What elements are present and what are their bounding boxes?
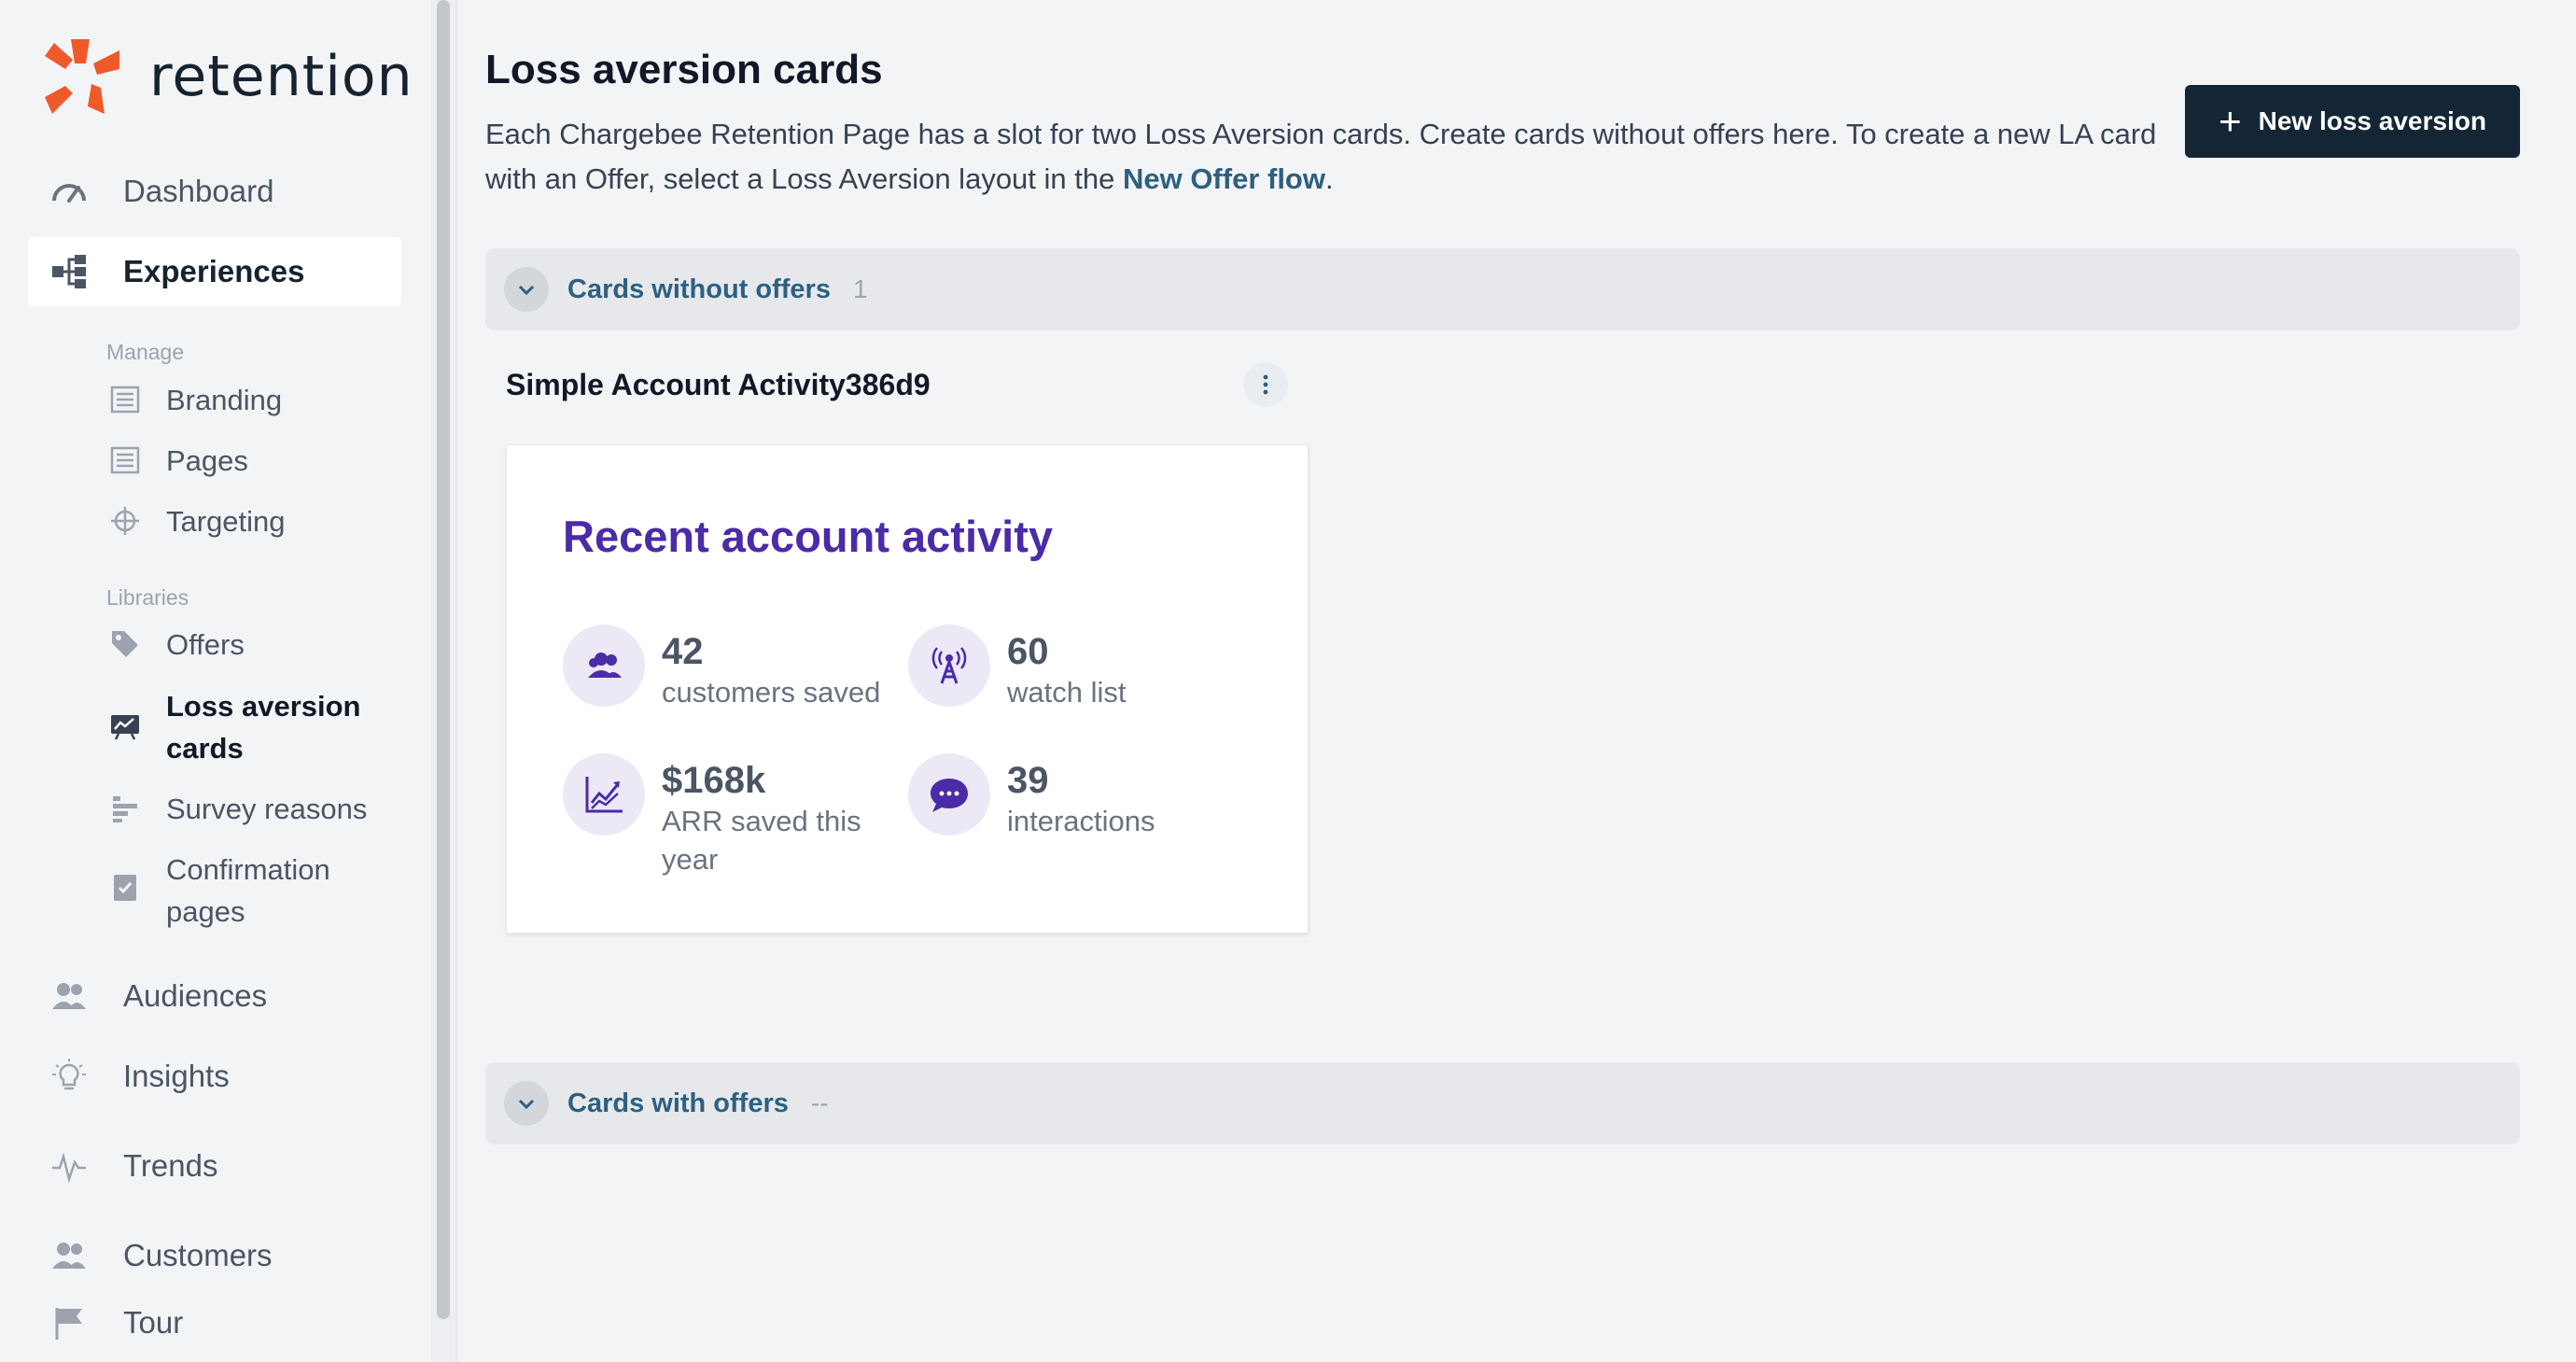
sidebar-item-label: Confirmation pages bbox=[166, 853, 330, 928]
sidebar: retention Dashboard Experiences Manage B… bbox=[0, 0, 431, 1362]
users-icon bbox=[49, 976, 90, 1017]
card-menu-button[interactable] bbox=[1243, 362, 1288, 407]
sidebar-item-experiences[interactable]: Experiences bbox=[28, 237, 401, 306]
lightbulb-icon bbox=[49, 1056, 90, 1097]
sidebar-item-pages[interactable]: Pages bbox=[106, 440, 405, 482]
sidebar-item-branding[interactable]: Branding bbox=[106, 379, 405, 421]
sidebar-item-label: Customers bbox=[123, 1238, 273, 1272]
stat-value: 39 bbox=[1007, 760, 1049, 801]
users-icon bbox=[49, 1235, 90, 1276]
page-title: Loss aversion cards bbox=[485, 47, 883, 92]
stat-watch-list: 60 watch list bbox=[908, 625, 1250, 711]
sidebar-item-targeting[interactable]: Targeting bbox=[106, 500, 405, 542]
sidebar-item-label: Tour bbox=[123, 1305, 184, 1340]
tag-icon bbox=[106, 625, 144, 663]
flow-tree-icon bbox=[49, 251, 90, 292]
sidebar-item-confirmation-pages[interactable]: Confirmation pages bbox=[106, 849, 405, 933]
new-loss-aversion-label: New loss aversion bbox=[2258, 106, 2486, 135]
sidebar-item-label: Targeting bbox=[166, 505, 286, 538]
stat-label: interactions bbox=[1007, 805, 1155, 837]
brand-name: retention bbox=[149, 44, 413, 109]
loss-aversion-card-preview[interactable]: Recent account activity 42 customers sav… bbox=[506, 444, 1309, 934]
main-content: Loss aversion cards Each Chargebee Reten… bbox=[485, 0, 2520, 1362]
sidebar-item-audiences[interactable]: Audiences bbox=[28, 962, 401, 1031]
chart-card-icon bbox=[106, 708, 144, 745]
section-cards-with-offers[interactable]: Cards with offers -- bbox=[485, 1062, 2520, 1144]
retention-logo-icon bbox=[45, 39, 119, 114]
new-loss-aversion-button[interactable]: + New loss aversion bbox=[2185, 85, 2520, 158]
sidebar-item-trends[interactable]: Trends bbox=[28, 1131, 401, 1201]
sidebar-item-label: Offers bbox=[166, 628, 245, 661]
stat-value: 42 bbox=[662, 631, 704, 672]
manage-group-title: Manage bbox=[106, 340, 185, 364]
document-lines-icon bbox=[106, 442, 144, 479]
stat-value: $168k bbox=[662, 760, 766, 801]
gauge-icon bbox=[49, 171, 90, 212]
section-cards-without-offers[interactable]: Cards without offers 1 bbox=[485, 248, 2520, 330]
sidebar-item-label: Dashboard bbox=[123, 174, 274, 208]
new-offer-flow-link[interactable]: New Offer flow bbox=[1123, 162, 1325, 195]
section-title: Cards with offers bbox=[567, 1088, 789, 1118]
sidebar-item-label: Trends bbox=[123, 1148, 218, 1183]
chevron-down-icon[interactable] bbox=[504, 267, 549, 312]
sidebar-item-label: Branding bbox=[166, 384, 283, 416]
stat-label: ARR saved this year bbox=[662, 805, 861, 876]
stat-arr-saved: $168k ARR saved this year bbox=[563, 753, 904, 878]
preview-title: Recent account activity bbox=[563, 512, 1054, 561]
sidebar-item-loss-aversion-cards[interactable]: Loss aversion cards bbox=[106, 685, 405, 769]
flag-icon bbox=[49, 1302, 90, 1343]
section-count: 1 bbox=[852, 274, 868, 303]
sidebar-item-label: Survey reasons bbox=[166, 793, 368, 825]
sidebar-item-label: Experiences bbox=[123, 254, 305, 288]
crosshair-icon bbox=[106, 502, 144, 540]
stat-label: customers saved bbox=[662, 676, 881, 709]
bars-list-icon bbox=[106, 790, 144, 827]
document-lines-icon bbox=[106, 381, 144, 418]
sidebar-scrollbar-thumb[interactable] bbox=[437, 0, 450, 1319]
sidebar-item-label: Loss aversion cards bbox=[166, 690, 361, 765]
section-title: Cards without offers bbox=[567, 274, 831, 304]
plus-icon: + bbox=[2219, 99, 2242, 143]
chart-line-icon bbox=[563, 753, 645, 835]
sidebar-item-customers[interactable]: Customers bbox=[28, 1221, 401, 1290]
kebab-icon bbox=[1263, 374, 1268, 395]
description-suffix: . bbox=[1324, 162, 1334, 195]
users-icon bbox=[563, 625, 645, 707]
libraries-group-title: Libraries bbox=[106, 585, 189, 610]
page-description: Each Chargebee Retention Page has a slot… bbox=[485, 112, 2184, 202]
sidebar-divider bbox=[455, 0, 457, 1362]
pulse-icon bbox=[49, 1145, 90, 1186]
sidebar-item-label: Insights bbox=[123, 1059, 230, 1093]
sidebar-item-label: Audiences bbox=[123, 978, 268, 1013]
sidebar-item-survey-reasons[interactable]: Survey reasons bbox=[106, 788, 405, 830]
stat-value: 60 bbox=[1007, 631, 1049, 672]
chat-bubble-icon bbox=[908, 753, 990, 835]
section-count: -- bbox=[810, 1088, 829, 1117]
broadcast-tower-icon bbox=[908, 625, 990, 707]
sidebar-item-label: Pages bbox=[166, 444, 248, 477]
stat-label: watch list bbox=[1007, 676, 1127, 709]
check-document-icon bbox=[106, 869, 144, 906]
chevron-down-icon[interactable] bbox=[504, 1081, 549, 1126]
sidebar-item-offers[interactable]: Offers bbox=[106, 624, 405, 666]
sidebar-item-dashboard[interactable]: Dashboard bbox=[28, 157, 401, 226]
sidebar-item-insights[interactable]: Insights bbox=[28, 1042, 401, 1111]
card-name: Simple Account Activity386d9 bbox=[506, 368, 931, 401]
stat-interactions: 39 interactions bbox=[908, 753, 1250, 840]
stat-customers-saved: 42 customers saved bbox=[563, 625, 904, 711]
brand-logo[interactable]: retention bbox=[45, 39, 413, 114]
sidebar-item-tour[interactable]: Tour bbox=[28, 1288, 401, 1357]
